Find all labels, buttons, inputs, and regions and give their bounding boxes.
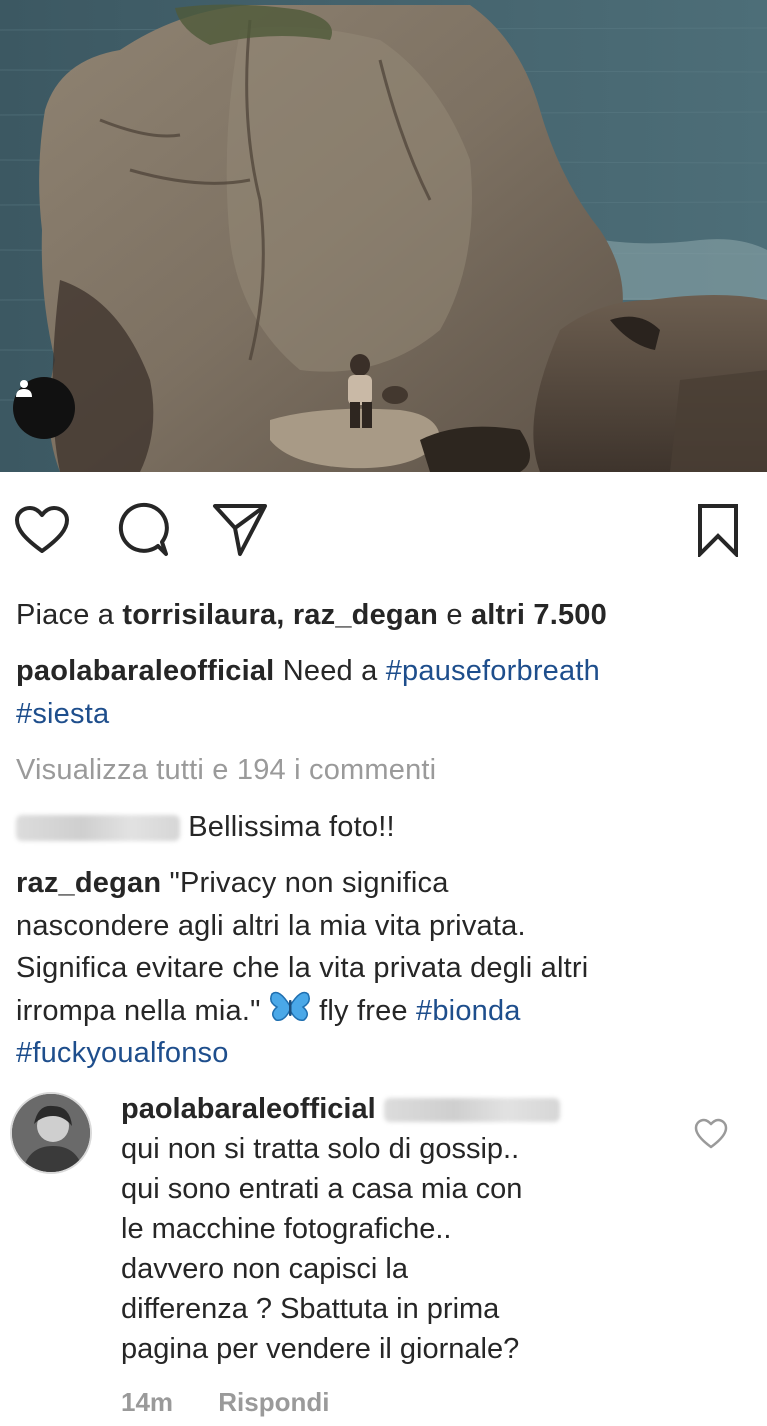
comment-text: Bellissima foto!!	[188, 811, 395, 843]
comment-text: fly free	[319, 995, 408, 1027]
view-all-comments-link[interactable]: Visualizza tutti e 194 i commenti	[16, 749, 751, 791]
user-tag-icon	[16, 380, 32, 397]
reply-text-line: pagina per vendere il giornale?	[121, 1333, 520, 1365]
redacted-mention	[383, 1098, 560, 1123]
save-button[interactable]	[686, 498, 750, 562]
hashtag-link[interactable]: #pauseforbreath	[386, 655, 600, 687]
reply-text-line: qui sono entrati a casa mia con	[121, 1173, 523, 1205]
butterfly-emoji-icon	[269, 991, 310, 1022]
post-caption: Need a	[282, 655, 378, 687]
caption-line-2: #siesta	[16, 693, 751, 735]
comment-item: Bellissima foto!!	[16, 806, 751, 848]
likes-others[interactable]: altri 7.500	[471, 599, 607, 631]
comment-text-line: nascondere agli altri la mia vita privat…	[16, 910, 526, 942]
comment-icon	[118, 502, 169, 556]
reply-button[interactable]: Rispondi	[218, 1387, 329, 1417]
reply-author[interactable]: paolabaraleofficial	[121, 1093, 376, 1125]
hashtag-link[interactable]: #siesta	[16, 698, 109, 730]
post-photo[interactable]	[0, 0, 767, 472]
comment-item: raz_degan "Privacy non significa	[16, 862, 751, 904]
redacted-username	[16, 815, 180, 842]
comment-button[interactable]	[110, 498, 174, 562]
likes-users[interactable]: torrisilaura, raz_degan	[122, 599, 438, 631]
hashtag-link[interactable]: #fuckyoualfonso	[16, 1037, 229, 1069]
share-button[interactable]	[208, 498, 272, 562]
like-button[interactable]	[10, 498, 74, 562]
reply-text-line: differenza ? Sbattuta in prima	[121, 1293, 500, 1325]
reply-text-line: davvero non capisci la	[121, 1253, 408, 1285]
like-comment-button[interactable]	[694, 1118, 728, 1150]
rock-sea-image	[0, 0, 767, 472]
likes-line: Piace a torrisilaura, raz_degan e altri …	[16, 594, 751, 636]
reply-text-line: qui non si tratta solo di gossip..	[121, 1133, 520, 1165]
reply-header: paolabaraleofficial	[121, 1089, 681, 1129]
avatar[interactable]	[10, 1092, 92, 1174]
heart-icon	[15, 506, 69, 553]
send-icon	[213, 504, 267, 556]
avatar-image	[12, 1094, 90, 1172]
post-action-bar	[0, 498, 767, 568]
reply-meta: 14m Rispondi	[121, 1387, 368, 1418]
comment-text-line: Significa evitare che la vita privata de…	[16, 952, 589, 984]
comment-text-line: irrompa nella mia." fly free #bionda	[16, 990, 751, 1032]
reply-text-line: le macchine fotografiche..	[121, 1213, 452, 1245]
comment-text: irrompa nella mia."	[16, 995, 261, 1027]
hashtag-link[interactable]: #bionda	[416, 995, 521, 1027]
comment-text: "Privacy non significa	[169, 867, 449, 899]
heart-icon	[694, 1118, 728, 1149]
likes-prefix: Piace a	[16, 599, 115, 631]
reply-comment: paolabaraleofficial qui non si tratta so…	[121, 1089, 681, 1369]
comment-author[interactable]: raz_degan	[16, 867, 161, 899]
bookmark-icon	[698, 504, 738, 557]
post-author[interactable]: paolabaraleofficial	[16, 655, 274, 687]
user-tag-button[interactable]	[13, 377, 75, 439]
caption-line-1: paolabaraleofficial Need a #pauseforbrea…	[16, 650, 751, 692]
reply-timestamp: 14m	[121, 1387, 174, 1417]
comment-text-line: #fuckyoualfonso	[16, 1032, 751, 1074]
likes-connector: e	[446, 599, 463, 631]
